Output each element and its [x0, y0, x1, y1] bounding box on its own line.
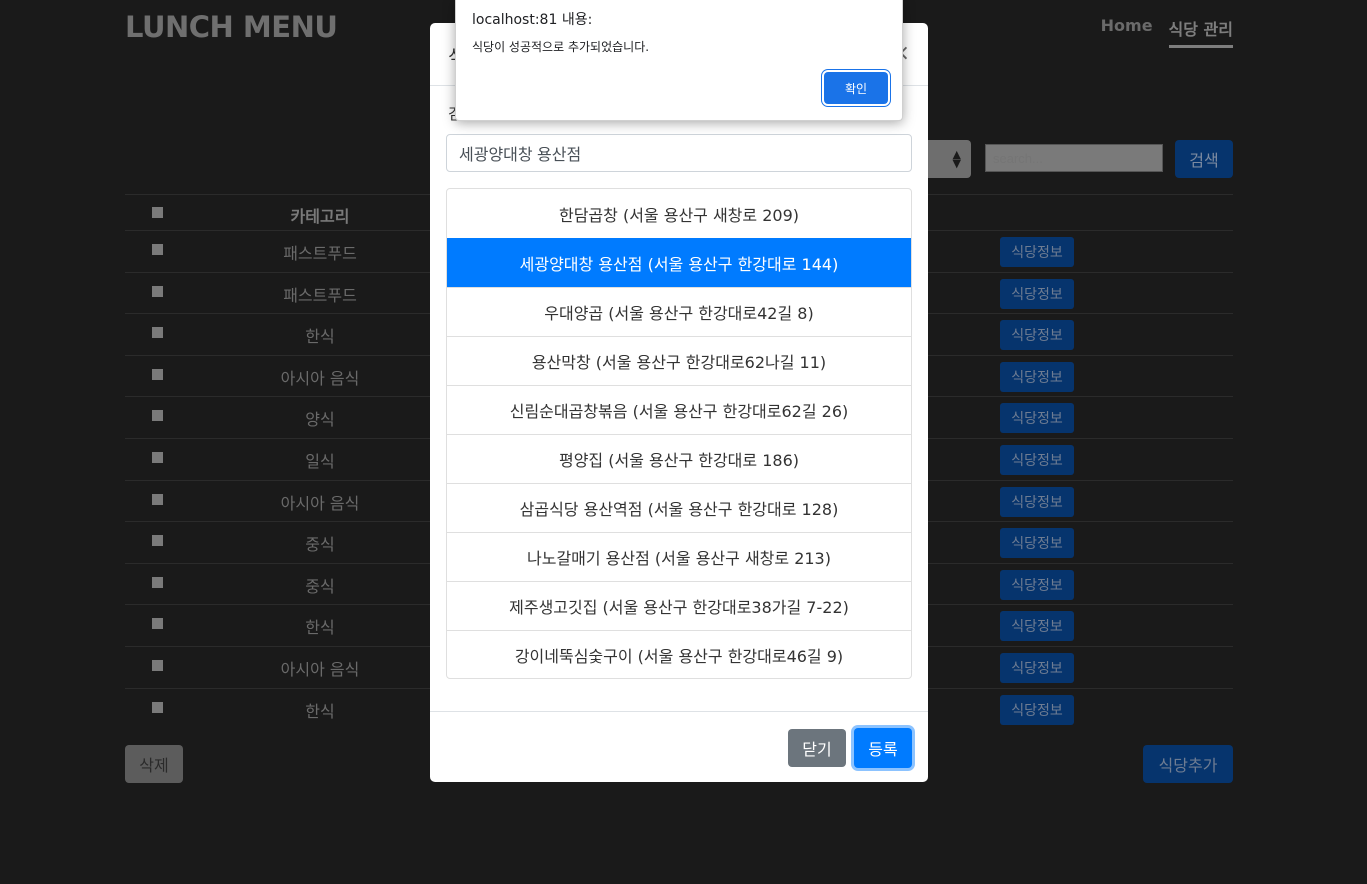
select-all-checkbox[interactable] — [152, 207, 163, 218]
search-button[interactable]: 검색 — [1175, 140, 1233, 178]
restaurant-search-input[interactable] — [446, 134, 912, 172]
brand-logo[interactable]: LUNCH MENU — [125, 10, 338, 44]
row-checkbox[interactable] — [152, 285, 163, 297]
nav-home[interactable]: Home — [1101, 16, 1153, 40]
select-arrows-icon: ▲ ▼ — [952, 148, 961, 170]
row-checkbox[interactable] — [152, 327, 163, 339]
search-result-item[interactable]: 삼곱식당 용산역점 (서울 용산구 한강대로 128) — [447, 483, 911, 532]
restaurant-info-button[interactable]: 식당정보 — [1000, 444, 1074, 475]
row-category: 아시아 음식 — [280, 368, 360, 388]
row-checkbox[interactable] — [152, 410, 163, 422]
row-category: 패스트푸드 — [283, 244, 357, 263]
row-checkbox[interactable] — [152, 368, 163, 380]
restaurant-info-button[interactable]: 식당정보 — [1000, 528, 1074, 559]
search-result-item[interactable]: 용산막창 (서울 용산구 한강대로62나길 11) — [447, 336, 911, 385]
row-checkbox[interactable] — [152, 701, 163, 713]
alert-dialog: localhost:81 내용: 식당이 성공적으로 추가되었습니다. 확인 — [455, 0, 903, 121]
restaurant-info-button[interactable]: 식당정보 — [1000, 611, 1074, 642]
row-checkbox[interactable] — [152, 493, 163, 505]
restaurant-info-button[interactable]: 식당정보 — [1000, 403, 1074, 434]
alert-message: 식당이 성공적으로 추가되었습니다. — [472, 40, 650, 54]
row-category: 중식 — [305, 535, 335, 555]
search-result-item[interactable]: 세광양대창 용산점 (서울 용산구 한강대로 144) — [447, 238, 911, 287]
search-result-item[interactable]: 평양집 (서울 용산구 한강대로 186) — [447, 434, 911, 483]
column-category: 카테고리 — [290, 207, 350, 226]
search-result-item[interactable]: 우대양곱 (서울 용산구 한강대로42길 8) — [447, 287, 911, 336]
row-checkbox[interactable] — [152, 535, 163, 547]
alert-ok-button[interactable]: 확인 — [824, 72, 888, 104]
restaurant-info-button[interactable]: 식당정보 — [1000, 278, 1074, 309]
row-checkbox[interactable] — [152, 244, 163, 255]
row-category: 한식 — [305, 701, 335, 721]
row-category: 중식 — [305, 576, 335, 596]
top-nav: Home 식당 관리 — [1101, 16, 1233, 48]
restaurant-info-button[interactable]: 식당정보 — [1000, 361, 1074, 392]
search-result-item[interactable]: 제주생고깃집 (서울 용산구 한강대로38가길 7-22) — [447, 581, 911, 630]
search-result-item[interactable]: 강이네뚝심숯구이 (서울 용산구 한강대로46길 9) — [447, 630, 911, 678]
add-restaurant-button[interactable]: 식당추가 — [1143, 745, 1233, 783]
close-button[interactable]: 닫기 — [788, 729, 846, 767]
row-checkbox[interactable] — [152, 659, 163, 671]
row-checkbox[interactable] — [152, 451, 163, 463]
row-checkbox[interactable] — [152, 618, 163, 630]
row-category: 패스트푸드 — [283, 285, 357, 305]
nav-restaurant-management[interactable]: 식당 관리 — [1168, 16, 1233, 48]
search-input[interactable] — [985, 144, 1163, 172]
modal-footer: 닫기 등록 — [430, 711, 928, 782]
row-category: 한식 — [305, 618, 335, 638]
row-category: 한식 — [305, 327, 335, 347]
restaurant-info-button[interactable]: 식당정보 — [1000, 486, 1074, 517]
restaurant-info-button[interactable]: 식당정보 — [1000, 652, 1074, 683]
search-result-list: 한담곱창 (서울 용산구 새창로 209) 세광양대창 용산점 (서울 용산구 한… — [446, 188, 912, 679]
search-result-item[interactable]: 신림순대곱창볶음 (서울 용산구 한강대로62길 26) — [447, 385, 911, 434]
restaurant-info-button[interactable]: 식당정보 — [1000, 694, 1074, 725]
row-category: 아시아 음식 — [280, 493, 360, 513]
row-category: 양식 — [305, 410, 335, 430]
restaurant-info-button[interactable]: 식당정보 — [1000, 569, 1074, 600]
search-result-item[interactable]: 나노갈매기 용산점 (서울 용산구 새창로 213) — [447, 532, 911, 581]
restaurant-info-button[interactable]: 식당정보 — [1000, 320, 1074, 351]
row-category: 일식 — [305, 451, 335, 471]
add-restaurant-modal: 식 × 검 한담곱창 (서울 용산구 새창로 209)세광양대창 용산점 (서울… — [430, 23, 928, 782]
alert-title: localhost:81 내용: — [472, 12, 593, 28]
delete-button[interactable]: 삭제 — [125, 745, 183, 783]
register-button[interactable]: 등록 — [854, 728, 912, 768]
row-checkbox[interactable] — [152, 576, 163, 588]
row-category: 아시아 음식 — [280, 659, 360, 679]
search-result-item[interactable]: 한담곱창 (서울 용산구 새창로 209) — [447, 189, 911, 238]
restaurant-info-button[interactable]: 식당정보 — [1000, 237, 1074, 267]
